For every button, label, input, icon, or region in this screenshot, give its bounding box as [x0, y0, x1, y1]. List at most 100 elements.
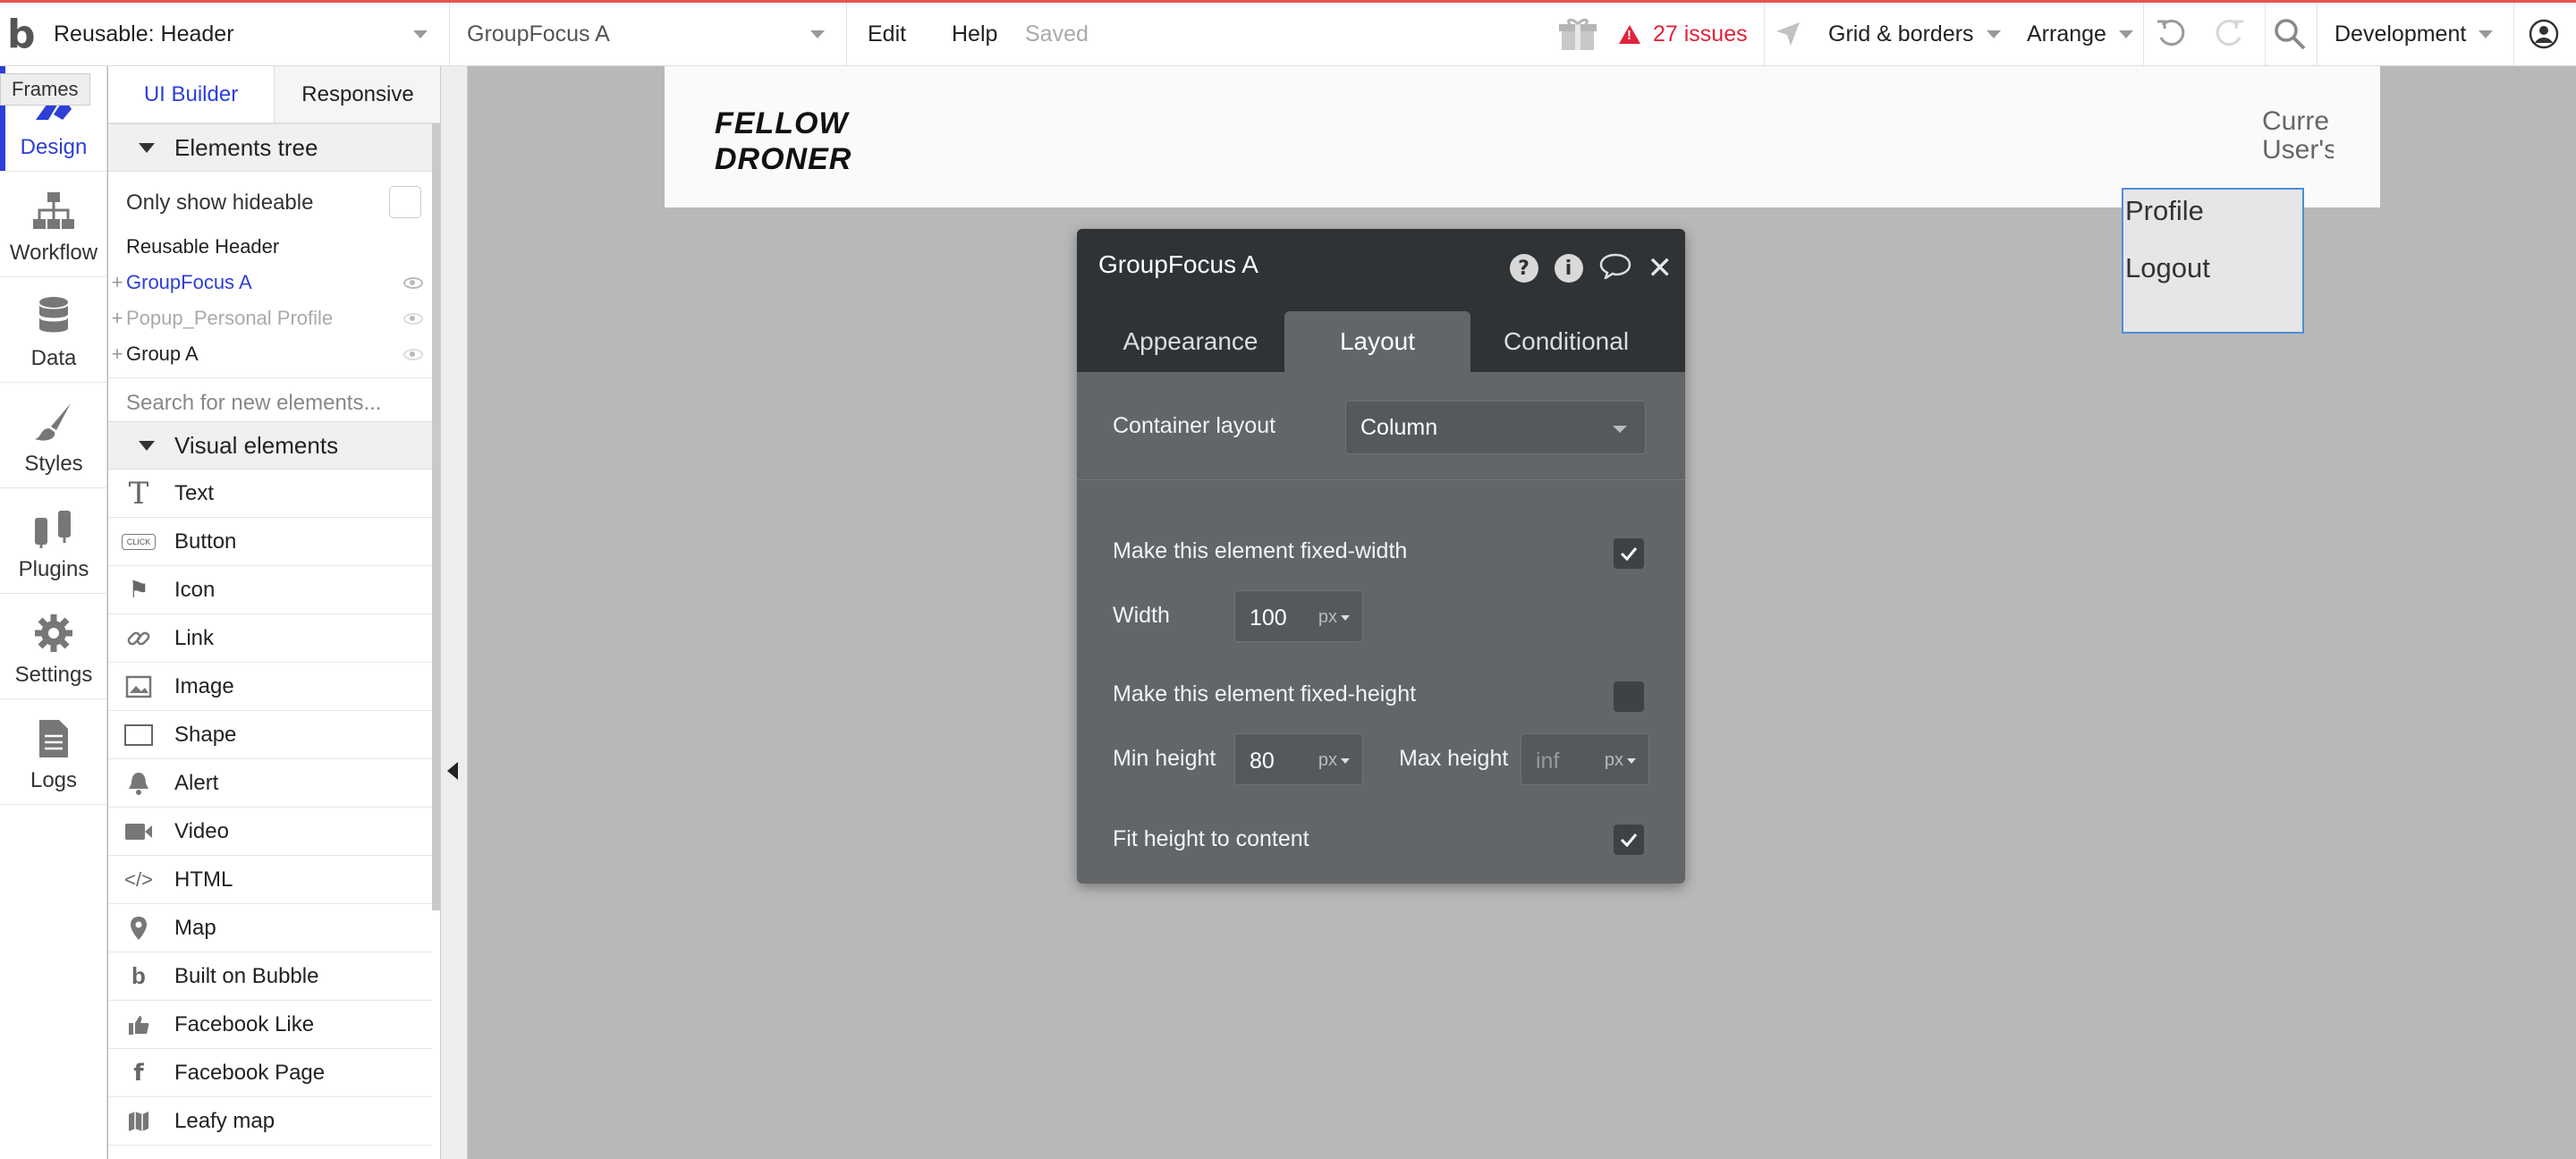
max-height-input[interactable]: inf px: [1521, 733, 1649, 785]
element-search-input[interactable]: Search for new elements...: [108, 377, 432, 427]
width-input[interactable]: 100 px: [1234, 590, 1363, 642]
property-editor-header[interactable]: GroupFocus A ? i ✕: [1077, 229, 1685, 300]
rail-item-logs[interactable]: Logs: [0, 699, 107, 805]
groupfocus-a-element[interactable]: Profile Logout: [2122, 188, 2304, 334]
facebook-icon: f: [133, 1059, 144, 1087]
max-height-placeholder: inf: [1536, 749, 1560, 774]
menu-help[interactable]: Help: [952, 3, 997, 65]
expand-icon[interactable]: +: [108, 271, 126, 294]
visual-element-icon[interactable]: ⚑ Icon: [108, 566, 432, 614]
environment-label: Development: [2334, 21, 2467, 47]
pointer-icon[interactable]: [1775, 3, 1801, 65]
help-icon[interactable]: ?: [1509, 254, 1538, 283]
chevron-down-icon: [810, 30, 825, 38]
visual-elements-header[interactable]: Visual elements: [108, 421, 432, 470]
visual-element-label: Link: [174, 625, 215, 650]
expand-icon[interactable]: +: [108, 307, 126, 330]
comment-icon[interactable]: [1599, 252, 1631, 285]
gift-icon[interactable]: [1558, 3, 1597, 65]
expand-icon[interactable]: +: [108, 343, 126, 366]
visual-element-html[interactable]: </> HTML: [108, 856, 432, 904]
fit-height-checkbox[interactable]: [1614, 825, 1644, 855]
tree-root[interactable]: Reusable Header: [108, 229, 432, 265]
palette-scrollbar[interactable]: [432, 123, 440, 910]
visual-element-facebook-like[interactable]: Facebook Like: [108, 1001, 432, 1049]
eye-hidden-icon[interactable]: [403, 312, 423, 325]
tree-item-popup[interactable]: + Popup_Personal Profile: [108, 300, 432, 336]
visual-element-facebook-page[interactable]: f Facebook Page: [108, 1049, 432, 1097]
visual-element-text[interactable]: T Text: [108, 470, 432, 518]
collapse-arrow-icon[interactable]: [447, 762, 458, 780]
info-icon[interactable]: i: [1554, 254, 1583, 283]
environment-selector[interactable]: Development: [2334, 3, 2494, 65]
rail-item-styles[interactable]: Styles: [0, 383, 107, 488]
redo-icon[interactable]: [2213, 3, 2245, 65]
rail-item-data[interactable]: Data: [0, 277, 107, 383]
rail-item-workflow[interactable]: Workflow: [0, 172, 107, 277]
issues-indicator[interactable]: 27 issues: [1619, 3, 1748, 65]
link-icon: [123, 625, 155, 652]
workflow-icon: [30, 189, 78, 233]
visual-element-label: Video: [174, 818, 229, 843]
property-editor: GroupFocus A ? i ✕ Appearance Layout Con…: [1077, 229, 1685, 884]
visual-element-video[interactable]: Video: [108, 808, 432, 856]
eye-hidden-icon[interactable]: [403, 348, 423, 360]
visual-element-button[interactable]: CLICK Button: [108, 518, 432, 566]
brand-logo[interactable]: FELLOW DRONER: [715, 106, 852, 177]
section-title: Elements tree: [174, 133, 318, 161]
rail-label: Styles: [24, 452, 83, 476]
bubble-logo-icon[interactable]: b: [7, 3, 36, 65]
account-icon[interactable]: [2528, 3, 2560, 65]
search-icon[interactable]: [2272, 3, 2308, 65]
min-height-input[interactable]: 80 px: [1234, 733, 1363, 785]
page-selector[interactable]: Reusable: Header: [54, 3, 438, 65]
current-user-text[interactable]: Curre User's: [2262, 107, 2334, 165]
element-selector[interactable]: GroupFocus A: [467, 3, 834, 65]
fixed-width-checkbox[interactable]: [1614, 538, 1644, 569]
undo-icon[interactable]: [2156, 3, 2188, 65]
left-rail: Design Workflow Data Styles Plugins Sett…: [0, 66, 107, 1159]
gear-icon: [30, 611, 78, 656]
close-icon[interactable]: ✕: [1648, 250, 1674, 286]
text-icon: T: [128, 475, 149, 512]
visual-element-leafy-map[interactable]: Leafy map: [108, 1097, 432, 1146]
dropdown-item-logout[interactable]: Logout: [2125, 252, 2210, 284]
visual-element-image[interactable]: Image: [108, 663, 432, 711]
container-layout-select[interactable]: Column: [1345, 401, 1646, 454]
arrange-menu[interactable]: Arrange: [2027, 3, 2133, 65]
rail-item-settings[interactable]: Settings: [0, 594, 107, 699]
tab-appearance[interactable]: Appearance: [1098, 311, 1283, 372]
chevron-down-icon: [413, 30, 428, 38]
visual-element-shape[interactable]: Shape: [108, 711, 432, 759]
tree-item-group-a[interactable]: + Group A: [108, 336, 432, 372]
warning-icon: [1619, 24, 1640, 44]
divider: [2513, 3, 2514, 65]
fixed-height-label: Make this element fixed-height: [1113, 681, 1417, 706]
dropdown-item-profile[interactable]: Profile: [2125, 195, 2204, 227]
eye-icon[interactable]: [403, 276, 423, 289]
tab-ui-builder[interactable]: UI Builder: [108, 66, 275, 123]
grid-borders-menu[interactable]: Grid & borders: [1828, 3, 2001, 65]
tab-conditional[interactable]: Conditional: [1472, 311, 1660, 372]
tree-item-groupfocus[interactable]: + GroupFocus A: [108, 265, 432, 300]
fixed-height-checkbox[interactable]: [1614, 681, 1644, 712]
visual-element-built-on-bubble[interactable]: b Built on Bubble: [108, 952, 432, 1001]
visual-element-alert[interactable]: Alert: [108, 759, 432, 808]
width-unit-select[interactable]: px: [1318, 607, 1350, 628]
tab-layout[interactable]: Layout: [1284, 311, 1470, 372]
tree-item-label: Popup_Personal Profile: [126, 307, 334, 329]
document-icon: [30, 716, 78, 761]
only-hideable-checkbox[interactable]: [389, 186, 421, 218]
tab-responsive[interactable]: Responsive: [275, 66, 440, 123]
max-height-unit-select[interactable]: px: [1605, 750, 1636, 771]
reusable-header-preview[interactable]: FELLOW DRONER Curre User's: [665, 66, 2380, 207]
visual-element-map[interactable]: Map: [108, 904, 432, 952]
rail-label: Plugins: [18, 557, 89, 581]
elements-tree-header[interactable]: Elements tree: [108, 123, 432, 172]
divider: [846, 3, 847, 65]
rail-item-plugins[interactable]: Plugins: [0, 488, 107, 594]
menu-edit[interactable]: Edit: [868, 3, 906, 65]
palette-collapse-strip[interactable]: [441, 66, 468, 1159]
visual-element-link[interactable]: Link: [108, 614, 432, 663]
min-height-unit-select[interactable]: px: [1318, 750, 1350, 771]
